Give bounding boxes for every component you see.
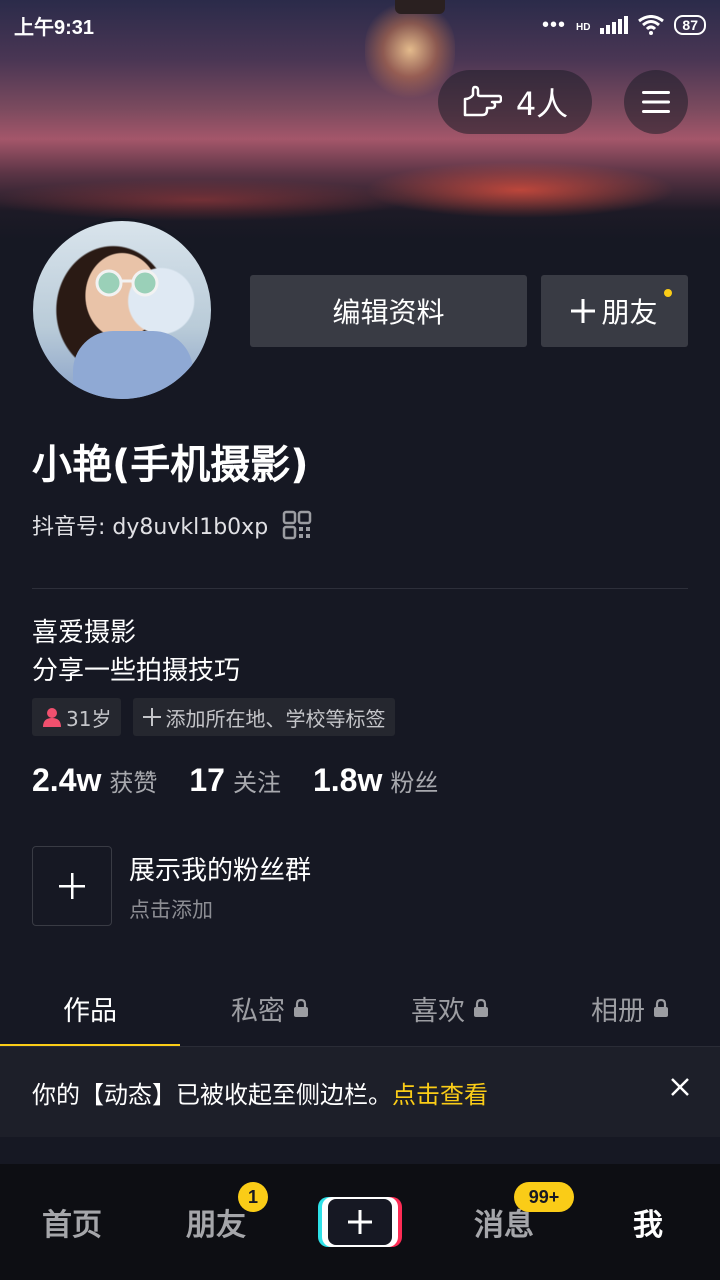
menu-button[interactable]	[624, 70, 688, 134]
tab-likes-label: 喜欢	[411, 995, 465, 1027]
battery-indicator: 87	[674, 15, 706, 35]
nav-friends[interactable]: 朋友 1	[144, 1164, 288, 1280]
likes-stat[interactable]: 2.4w 获赞	[32, 762, 157, 799]
female-user-icon	[43, 708, 61, 727]
add-friend-button[interactable]: 朋友	[541, 275, 688, 347]
nav-friends-label: 朋友	[186, 1208, 246, 1243]
content-tabs: 作品 私密 喜欢 相册	[0, 968, 720, 1048]
create-video-button[interactable]	[322, 1197, 398, 1247]
tab-likes[interactable]: 喜欢	[360, 968, 540, 1048]
nav-messages[interactable]: 消息 99+	[432, 1164, 576, 1280]
plus-icon	[59, 873, 85, 899]
add-friend-label: 朋友	[601, 296, 658, 329]
nav-me[interactable]: 我	[576, 1164, 720, 1280]
lock-icon	[654, 998, 668, 1017]
fan-group-subtitle[interactable]: 点击添加	[129, 894, 213, 924]
likes-label: 获赞	[109, 769, 158, 797]
nav-me-label: 我	[633, 1208, 663, 1243]
create-button-inner	[328, 1199, 392, 1245]
likes-count: 2.4w	[32, 762, 102, 798]
signal-icon	[600, 16, 629, 34]
tab-album[interactable]: 相册	[540, 968, 720, 1048]
wifi-icon	[638, 15, 665, 35]
notice-text: 你的【动态】已被收起至侧边栏。	[32, 1080, 392, 1109]
douyin-id-value: dy8uvkl1b0xp	[112, 515, 269, 540]
age-tag-label: 31岁	[66, 706, 112, 731]
profile-stats: 2.4w 获赞 17 关注 1.8w 粉丝	[32, 762, 438, 799]
edit-profile-button[interactable]: 编辑资料	[250, 275, 527, 347]
avatar-shirt	[73, 331, 193, 399]
douyin-id-row[interactable]: 抖音号: dy8uvkl1b0xp	[32, 508, 312, 542]
status-icons: ••• HD 87	[542, 14, 706, 37]
followers-stat[interactable]: 1.8w 粉丝	[313, 762, 438, 799]
divider	[32, 588, 688, 589]
notice-view-link[interactable]: 点击查看	[392, 1075, 488, 1110]
plus-icon	[348, 1210, 372, 1234]
add-tag-button[interactable]: 添加所在地、学校等标签	[133, 698, 396, 736]
status-time: 上午9:31	[14, 16, 95, 39]
tab-works-label: 作品	[63, 995, 117, 1027]
lock-icon	[474, 998, 488, 1017]
pointing-hand-icon	[463, 85, 502, 117]
add-fan-group-button[interactable]	[32, 846, 112, 926]
bio-line-2: 分享一些拍摄技巧	[32, 656, 241, 686]
plus-icon	[571, 299, 596, 323]
status-bar: 上午9:31 ••• HD 87	[0, 0, 720, 50]
nav-home-label: 首页	[42, 1208, 102, 1243]
tab-private[interactable]: 私密	[180, 968, 360, 1048]
avatar[interactable]	[30, 218, 214, 402]
tab-private-label: 私密	[231, 995, 285, 1027]
followers-label: 粉丝	[390, 769, 439, 797]
add-tag-label: 添加所在地、学校等标签	[165, 706, 386, 731]
douyin-id-label: 抖音号: dy8uvkl1b0xp	[32, 515, 269, 540]
following-stat[interactable]: 17 关注	[189, 762, 281, 799]
followers-count: 1.8w	[312, 762, 383, 798]
bottom-nav: 首页 朋友 1 消息 99+ 我	[0, 1164, 720, 1280]
more-notifications-icon: •••	[541, 13, 566, 36]
lock-icon	[294, 998, 308, 1017]
friends-badge: 1	[238, 1182, 268, 1212]
qr-code-icon[interactable]	[282, 510, 312, 540]
network-label: HD	[575, 21, 591, 33]
nav-home[interactable]: 首页	[0, 1164, 144, 1280]
visitors-count: 4人	[515, 85, 569, 123]
profile-name: 小艳(手机摄影)	[32, 442, 309, 488]
fan-group-title[interactable]: 展示我的粉丝群	[129, 850, 311, 887]
profile-tags: 31岁 添加所在地、学校等标签	[32, 698, 396, 736]
avatar-sunglasses	[95, 269, 159, 297]
hamburger-menu-icon	[642, 91, 670, 113]
collapsed-feed-notice: 你的【动态】已被收起至侧边栏。 点击查看	[0, 1047, 720, 1137]
age-tag[interactable]: 31岁	[32, 698, 122, 736]
tab-album-label: 相册	[591, 995, 645, 1027]
following-label: 关注	[232, 769, 281, 797]
close-icon[interactable]	[670, 1077, 690, 1097]
plus-icon	[143, 708, 162, 726]
nav-create[interactable]	[288, 1164, 432, 1280]
following-count: 17	[189, 762, 225, 798]
tab-works[interactable]: 作品	[0, 968, 180, 1048]
bio: 喜爱摄影 分享一些拍摄技巧	[32, 614, 240, 690]
bio-line-1: 喜爱摄影	[32, 618, 137, 648]
visitors-button[interactable]: 4人	[438, 70, 592, 134]
messages-badge: 99+	[514, 1182, 574, 1212]
notification-dot	[664, 289, 672, 297]
